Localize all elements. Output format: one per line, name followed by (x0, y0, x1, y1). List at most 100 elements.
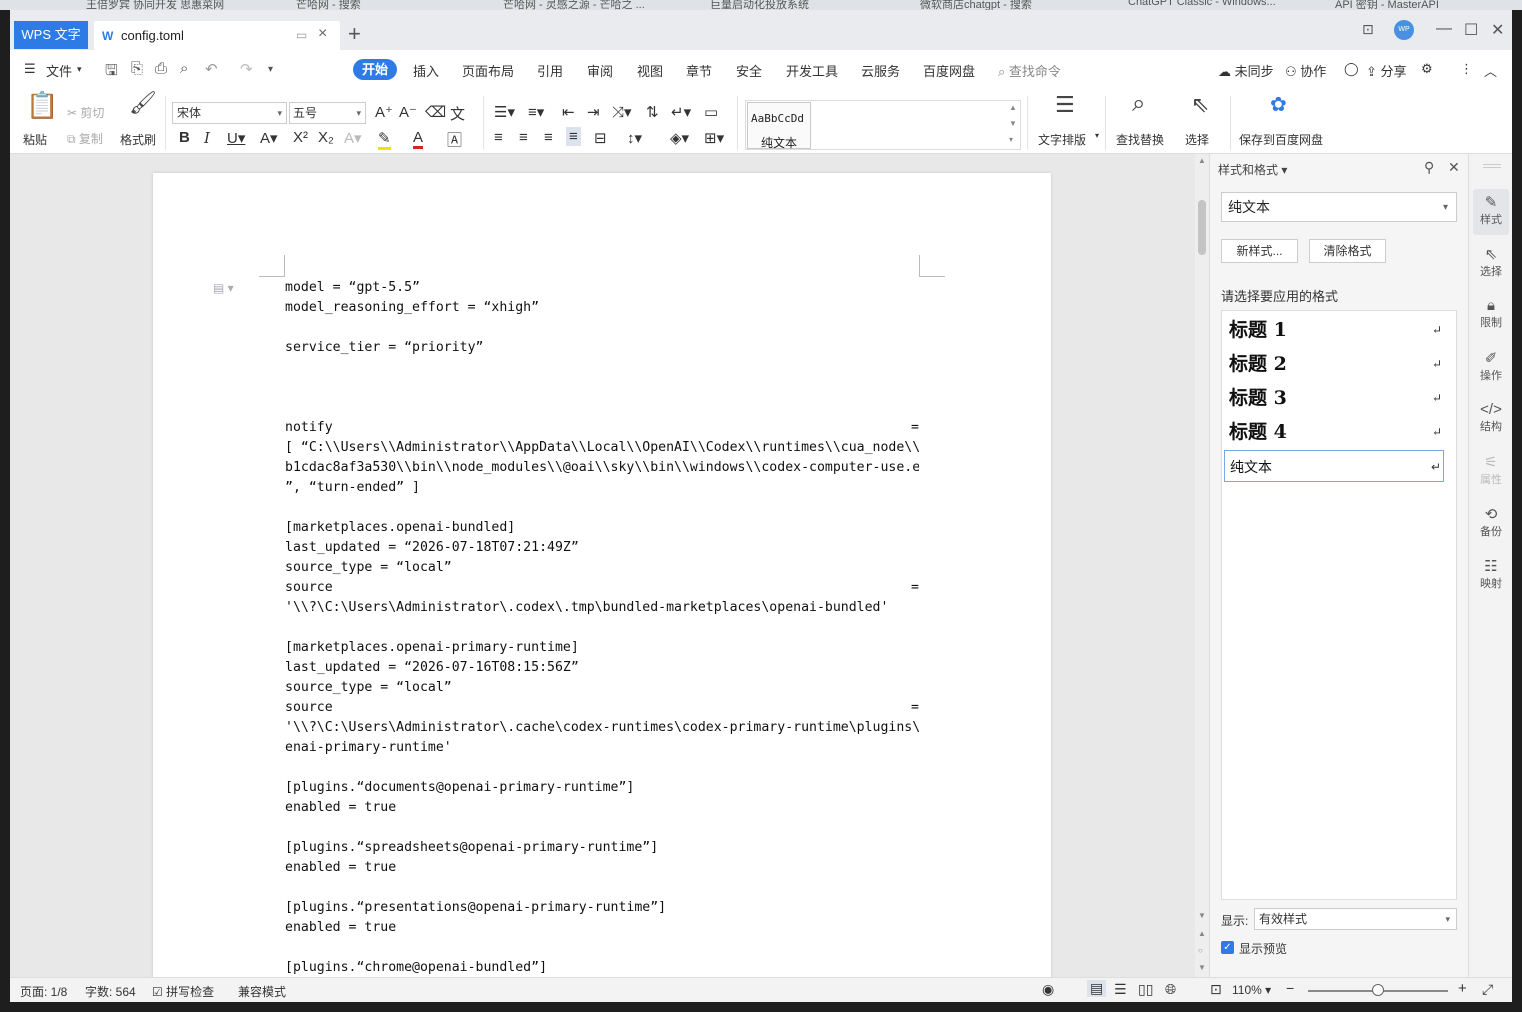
document-line[interactable]: ”, “turn-ended” ] (285, 478, 919, 498)
document-line[interactable] (285, 378, 919, 398)
compat-mode[interactable]: 兼容模式 (238, 983, 286, 1000)
wps-home-tab[interactable]: WPS 文字 (14, 21, 88, 49)
justify-icon[interactable]: ≡ (566, 127, 581, 146)
browser-tab-3[interactable]: 芒哈网 - 灵感之源 - 芒哈之 ... (503, 0, 645, 10)
more-icon[interactable]: ⋮ (1460, 61, 1473, 77)
document-line[interactable]: [ “C:\\Users\\Administrator\\AppData\\Lo… (285, 438, 919, 458)
tab-baidu-netdisk[interactable]: 百度网盘 (923, 61, 975, 80)
paste-button[interactable]: 粘贴 (23, 131, 47, 148)
minimize-icon[interactable]: — (1436, 20, 1452, 38)
document-line[interactable]: source = (285, 698, 919, 718)
char-border-icon[interactable]: 🄰 (447, 129, 462, 150)
tab-stops-icon[interactable]: ▭ (704, 103, 718, 121)
font-size-select[interactable]: 五号 ▾ (289, 102, 366, 124)
document-line[interactable]: enabled = true (285, 918, 919, 938)
tab-pin-icon[interactable]: ▭ (296, 28, 307, 42)
next-page-icon[interactable]: ▼ (1198, 963, 1206, 972)
spell-check-toggle[interactable]: ☑ 拼写检查 (152, 983, 214, 1000)
scroll-down-icon[interactable]: ▼ (1198, 911, 1206, 920)
superscript-icon[interactable]: X² (293, 129, 308, 146)
prev-page-icon[interactable]: ▲ (1198, 929, 1206, 938)
style-swatch-plain-text[interactable]: AaBbCcDd 纯文本 (747, 102, 811, 150)
browser-tab-4[interactable]: 巨量启动化投放系统 (710, 0, 809, 10)
document-line[interactable]: enabled = true (285, 798, 919, 818)
style-heading-4[interactable]: 标题 4 ↵ (1224, 416, 1444, 448)
align-right-icon[interactable]: ≡ (544, 129, 553, 146)
increase-indent-icon[interactable]: ⇥ (587, 103, 600, 121)
show-marks-icon[interactable]: ↵▾ (671, 103, 691, 121)
decrease-indent-icon[interactable]: ⇤ (562, 103, 575, 121)
style-plain-text[interactable]: 纯文本 ↵ (1224, 450, 1444, 482)
settings-icon[interactable]: ⚙ (1421, 61, 1433, 77)
collaborate-button[interactable]: ⚇ 协作 (1285, 61, 1326, 80)
sort-icon[interactable]: ⇅ (646, 103, 659, 121)
shrink-font-icon[interactable]: A⁻ (399, 103, 417, 121)
document-line[interactable]: model_reasoning_effort = “xhigh” (285, 298, 919, 318)
document-line[interactable]: source_type = “local” (285, 678, 919, 698)
tab-start[interactable]: 开始 (353, 59, 397, 80)
document-line[interactable]: [plugins.“chrome@openai-bundled”] (285, 958, 919, 977)
document-line[interactable]: last_updated = “2026-07-18T07:21:49Z” (285, 538, 919, 558)
document-line[interactable]: '\\?\C:\Users\Administrator\.cache\codex… (285, 718, 919, 738)
document-line[interactable]: [plugins.“presentations@openai-primary-r… (285, 898, 919, 918)
zoom-slider-knob[interactable] (1372, 984, 1384, 996)
format-painter-icon[interactable]: 🖌 (129, 90, 157, 116)
save-icon[interactable]: 🖫 (105, 60, 118, 85)
document-line[interactable]: [plugins.“documents@openai-primary-runti… (285, 778, 919, 798)
side-tab-structure[interactable]: </> 结构 (1473, 397, 1509, 443)
select-browse-icon[interactable]: ○ (1198, 946, 1203, 955)
scrollbar-thumb[interactable] (1198, 200, 1206, 255)
bullet-list-icon[interactable]: ☰▾ (494, 103, 515, 121)
collapse-ribbon-icon[interactable]: ︿ (1484, 61, 1497, 80)
numbered-list-icon[interactable]: ≡▾ (528, 103, 544, 121)
maximize-icon[interactable]: ☐ (1464, 20, 1478, 40)
page-view-icon[interactable]: ▤ (1087, 980, 1107, 997)
strikethrough-icon[interactable]: A▾ (260, 129, 278, 147)
paragraph-handle-icon[interactable]: ▤ ▾ (213, 281, 234, 295)
grow-font-icon[interactable]: A⁺ (375, 103, 393, 121)
document-line[interactable] (285, 618, 919, 638)
align-center-icon[interactable]: ≡ (519, 129, 528, 146)
cut-button[interactable]: ✂ 剪切 (67, 104, 104, 121)
gallery-scroll-up-icon[interactable]: ▲ (1009, 103, 1017, 112)
document-tab[interactable]: W config.toml ▭ × (94, 21, 340, 50)
browser-tab-5[interactable]: 微软商店chatgpt - 搜索 (920, 0, 1032, 10)
zoom-out-icon[interactable]: − (1286, 980, 1294, 996)
show-preview-checkbox[interactable]: ✓ (1221, 941, 1234, 954)
cursor-icon[interactable]: ⇖ (1191, 92, 1209, 118)
style-heading-1[interactable]: 标题 1 ↵ (1224, 314, 1444, 346)
chinese-layout-icon[interactable]: ⤨▾ (612, 103, 632, 121)
document-line[interactable] (285, 878, 919, 898)
fullscreen-icon[interactable]: ⤢ (1482, 981, 1493, 998)
quick-access-chevron-icon[interactable]: ▾ (268, 64, 273, 75)
highlight-icon[interactable]: ✎ (378, 129, 391, 150)
layout-icon[interactable]: ⊡ (1362, 21, 1374, 38)
document-line[interactable]: source = (285, 578, 919, 598)
select-button[interactable]: 选择 (1185, 131, 1209, 148)
document-line[interactable]: b1cdac8af3a530\\bin\\node_modules\\@oai\… (285, 458, 919, 478)
tab-view[interactable]: 视图 (637, 61, 663, 80)
distribute-icon[interactable]: ⊟ (594, 129, 607, 147)
document-line[interactable] (285, 818, 919, 838)
side-tab-operations[interactable]: ✐ 操作 (1473, 345, 1509, 391)
side-tab-properties[interactable]: ⚟ 属性 (1473, 449, 1509, 495)
redo-icon[interactable]: ↷ (240, 60, 253, 78)
new-style-button[interactable]: 新样式... (1221, 239, 1298, 263)
hamburger-icon[interactable]: ☰ (24, 61, 36, 77)
borders-icon[interactable]: ⊞▾ (704, 129, 724, 147)
vertical-scrollbar[interactable]: ▲ ▼ ▲ ○ ▼ (1195, 154, 1209, 977)
export-pdf-icon[interactable]: ⎘ (131, 60, 143, 77)
new-tab-button[interactable]: + (348, 22, 361, 46)
avatar[interactable]: WP (1394, 20, 1414, 40)
sync-status[interactable]: ☁ 未同步 (1218, 61, 1274, 80)
align-left-icon[interactable]: ≡ (494, 129, 503, 146)
browser-tab-6[interactable]: ChatGPT Classic - Windows... (1128, 0, 1276, 8)
tab-chapter[interactable]: 章节 (686, 61, 712, 80)
gallery-expand-icon[interactable]: ▾ (1009, 135, 1013, 144)
browser-tab-2[interactable]: 芒哈网 - 搜索 (296, 0, 361, 10)
phonetic-icon[interactable]: 文 (450, 103, 465, 124)
document-line[interactable]: source_type = “local” (285, 558, 919, 578)
eye-protection-icon[interactable]: ◉ (1042, 981, 1054, 998)
close-window-icon[interactable]: ✕ (1491, 20, 1504, 40)
side-tab-mapping[interactable]: ☷ 映射 (1473, 553, 1509, 599)
